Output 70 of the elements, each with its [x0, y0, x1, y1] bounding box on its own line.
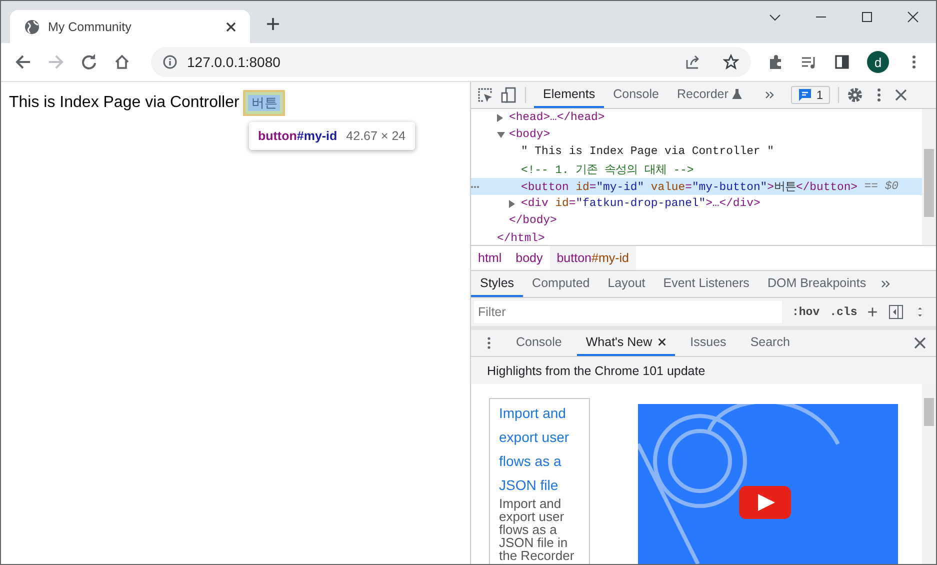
globe-icon	[24, 18, 40, 34]
reload-icon[interactable]	[81, 54, 97, 70]
code-line: " This is Index Page via Controller "	[521, 146, 774, 158]
address-bar[interactable]: 127.0.0.1:8080	[151, 47, 751, 77]
collapse-triangle-icon[interactable]	[497, 132, 505, 138]
selector-label: button#my-id	[258, 129, 338, 143]
new-rule-button[interactable]: +	[867, 302, 878, 322]
url-text: 127.0.0.1:8080	[187, 54, 280, 70]
browser-tab[interactable]: My Community	[10, 10, 250, 43]
styles-pane-tab[interactable]: Layout	[598, 271, 654, 297]
sidebar-toggle-icon[interactable]	[888, 304, 904, 320]
more-tabs-icon[interactable]	[881, 279, 892, 289]
issues-badge[interactable]: 1	[791, 86, 830, 104]
drawer-tab[interactable]: Search	[741, 330, 799, 356]
devtools-tab[interactable]: Recorder	[668, 82, 752, 108]
code-line: </body>	[509, 215, 557, 228]
close-icon[interactable]	[226, 22, 236, 32]
inspect-icon[interactable]	[477, 87, 493, 103]
cls-toggle[interactable]: .cls	[830, 306, 858, 318]
info-icon[interactable]	[163, 55, 177, 69]
code-line: </html>	[497, 232, 545, 245]
breadcrumb[interactable]: button#my-id	[550, 246, 636, 270]
star-icon[interactable]	[723, 54, 739, 70]
code-line: <head>…</head>	[509, 112, 605, 124]
feature-description: Import and export user flows as a JSON file in the Recorder	[499, 497, 576, 562]
panel-heading: Highlights from the Chrome 101 update	[486, 362, 706, 380]
filter-field[interactable]: Filter	[474, 301, 782, 323]
side-panel-icon[interactable]	[834, 54, 850, 70]
styles-pane-tab[interactable]: Event Listeners	[654, 271, 758, 297]
video-thumbnail[interactable]	[638, 404, 898, 564]
close-icon[interactable]	[658, 338, 666, 346]
scrollbar[interactable]	[922, 109, 936, 245]
close-icon[interactable]	[895, 89, 908, 101]
maximize-icon[interactable]	[861, 11, 873, 23]
devtools-tab[interactable]: Elements	[534, 82, 604, 108]
page-text: This is Index Page via Controller	[9, 94, 240, 112]
size-label: 42.67 × 24	[346, 129, 406, 143]
drawer-tab[interactable]: Console	[507, 330, 571, 356]
hov-toggle[interactable]: :hov	[792, 306, 820, 318]
back-arrow-icon[interactable]	[15, 54, 31, 70]
code-line: <body>	[509, 128, 550, 141]
expand-triangle-icon[interactable]	[497, 114, 503, 122]
more-tabs-icon[interactable]	[765, 90, 776, 100]
code-line: <button id="my-id" value="my-button">버튼</button>	[521, 180, 858, 194]
puzzle-icon[interactable]	[768, 54, 784, 70]
devtools-tab[interactable]: Console	[604, 82, 668, 108]
drawer-tab[interactable]: Issues	[681, 330, 736, 356]
styles-pane-tab[interactable]: Computed	[523, 271, 599, 297]
home-icon[interactable]	[114, 54, 130, 70]
settings-icon[interactable]	[847, 87, 864, 103]
selected-node-marker: == $0	[864, 180, 899, 193]
device-toolbar-icon[interactable]	[501, 87, 517, 103]
scrollbar[interactable]	[922, 384, 936, 564]
flask-icon	[732, 89, 742, 99]
new-tab-icon[interactable]	[266, 17, 280, 31]
profile-avatar[interactable]: d	[867, 51, 889, 73]
media-queue-icon[interactable]	[801, 54, 817, 70]
highlighted-button[interactable]: 버튼	[243, 90, 286, 116]
expand-triangle-icon[interactable]	[509, 200, 515, 208]
code-line: <div id="fatkun-drop-panel">…</div>	[521, 198, 760, 210]
breadcrumb[interactable]: body	[508, 246, 550, 270]
share-icon[interactable]	[685, 54, 701, 70]
breadcrumb[interactable]: html	[471, 246, 509, 270]
close-icon[interactable]	[907, 11, 919, 23]
styles-pane-tab[interactable]: DOM Breakpoints	[758, 271, 876, 297]
feature-link[interactable]: Import and export user flows as a JSON file	[499, 401, 581, 497]
tab-title: My Community	[48, 20, 132, 34]
message-icon	[798, 88, 812, 102]
close-icon[interactable]	[914, 337, 926, 349]
code-line: <!-- 1. 기존 속성의 대체 -->	[521, 163, 694, 178]
